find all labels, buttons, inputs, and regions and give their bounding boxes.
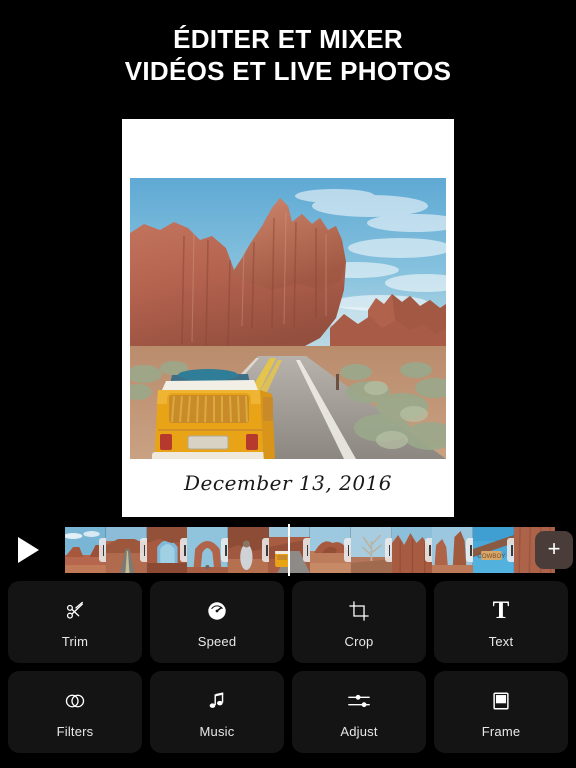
clip-handle[interactable] xyxy=(180,538,188,562)
clip-handle[interactable] xyxy=(139,538,147,562)
sliders-icon xyxy=(342,686,376,716)
timeline-clip[interactable] xyxy=(350,527,392,573)
plus-icon: + xyxy=(547,536,561,561)
crop-icon xyxy=(342,596,376,626)
tool-label: Speed xyxy=(197,633,237,649)
clip-handle[interactable] xyxy=(98,538,106,562)
timeline-clip[interactable] xyxy=(391,527,433,573)
clip-handle[interactable] xyxy=(507,538,515,562)
tool-filters[interactable]: Filters xyxy=(8,671,142,753)
playhead-marker[interactable] xyxy=(288,524,290,576)
timeline-clip[interactable] xyxy=(187,527,229,573)
tool-frame[interactable]: Frame xyxy=(434,671,568,753)
tool-grid: Trim Speed Crop T Text Filters Music Adj… xyxy=(8,581,568,753)
photo-caption: December 13, 2016 xyxy=(184,471,392,495)
timeline-clip[interactable] xyxy=(65,527,106,573)
svg-text:COWBOY: COWBOY xyxy=(478,554,506,560)
play-icon[interactable] xyxy=(18,537,39,563)
timeline-clip[interactable] xyxy=(432,527,474,573)
speedometer-icon xyxy=(200,596,234,626)
tool-label: Trim xyxy=(61,633,89,649)
timeline-clip[interactable] xyxy=(146,527,188,573)
clip-handle[interactable] xyxy=(384,538,392,562)
tool-label: Text xyxy=(488,633,514,649)
add-clip-button[interactable]: + xyxy=(535,531,573,569)
tool-crop[interactable]: Crop xyxy=(292,581,426,663)
tool-speed[interactable]: Speed xyxy=(150,581,284,663)
music-note-icon xyxy=(200,686,234,716)
tool-text[interactable]: T Text xyxy=(434,581,568,663)
app-screen: ÉDITER ET MIXER VIDÉOS ET LIVE PHOTOS De… xyxy=(0,0,576,768)
timeline-bar[interactable]: COWBOY + xyxy=(0,524,576,576)
timeline-clip[interactable] xyxy=(309,527,351,573)
timeline-clip[interactable] xyxy=(228,527,270,573)
clip-handle[interactable] xyxy=(262,538,270,562)
tool-label: Filters xyxy=(56,723,94,739)
tool-label: Crop xyxy=(344,633,374,649)
clip-handle[interactable] xyxy=(221,538,229,562)
tool-label: Frame xyxy=(481,723,521,739)
tool-music[interactable]: Music xyxy=(150,671,284,753)
clip-handle[interactable] xyxy=(302,538,310,562)
timeline-clip[interactable] xyxy=(105,527,147,573)
frame-icon xyxy=(484,686,518,716)
clip-handle[interactable] xyxy=(466,538,474,562)
preview-photo[interactable] xyxy=(130,178,446,459)
title-line-2: VIDÉOS ET LIVE PHOTOS xyxy=(124,56,452,86)
clip-handle[interactable] xyxy=(425,538,433,562)
polaroid-preview[interactable]: December 13, 2016 xyxy=(122,119,454,517)
title-line-1: ÉDITER ET MIXER xyxy=(173,24,403,54)
clip-strip[interactable]: COWBOY xyxy=(65,527,555,573)
page-title: ÉDITER ET MIXER VIDÉOS ET LIVE PHOTOS xyxy=(0,0,576,110)
text-t-icon: T xyxy=(492,597,510,624)
filters-icon xyxy=(58,686,92,716)
scissors-icon xyxy=(58,596,92,626)
clip-handle[interactable] xyxy=(343,538,351,562)
tool-label: Adjust xyxy=(340,723,378,739)
tool-adjust[interactable]: Adjust xyxy=(292,671,426,753)
timeline-clip[interactable]: COWBOY xyxy=(473,527,515,573)
preview-photo-artwork xyxy=(130,178,446,459)
tool-label: Music xyxy=(199,723,235,739)
tool-trim[interactable]: Trim xyxy=(8,581,142,663)
